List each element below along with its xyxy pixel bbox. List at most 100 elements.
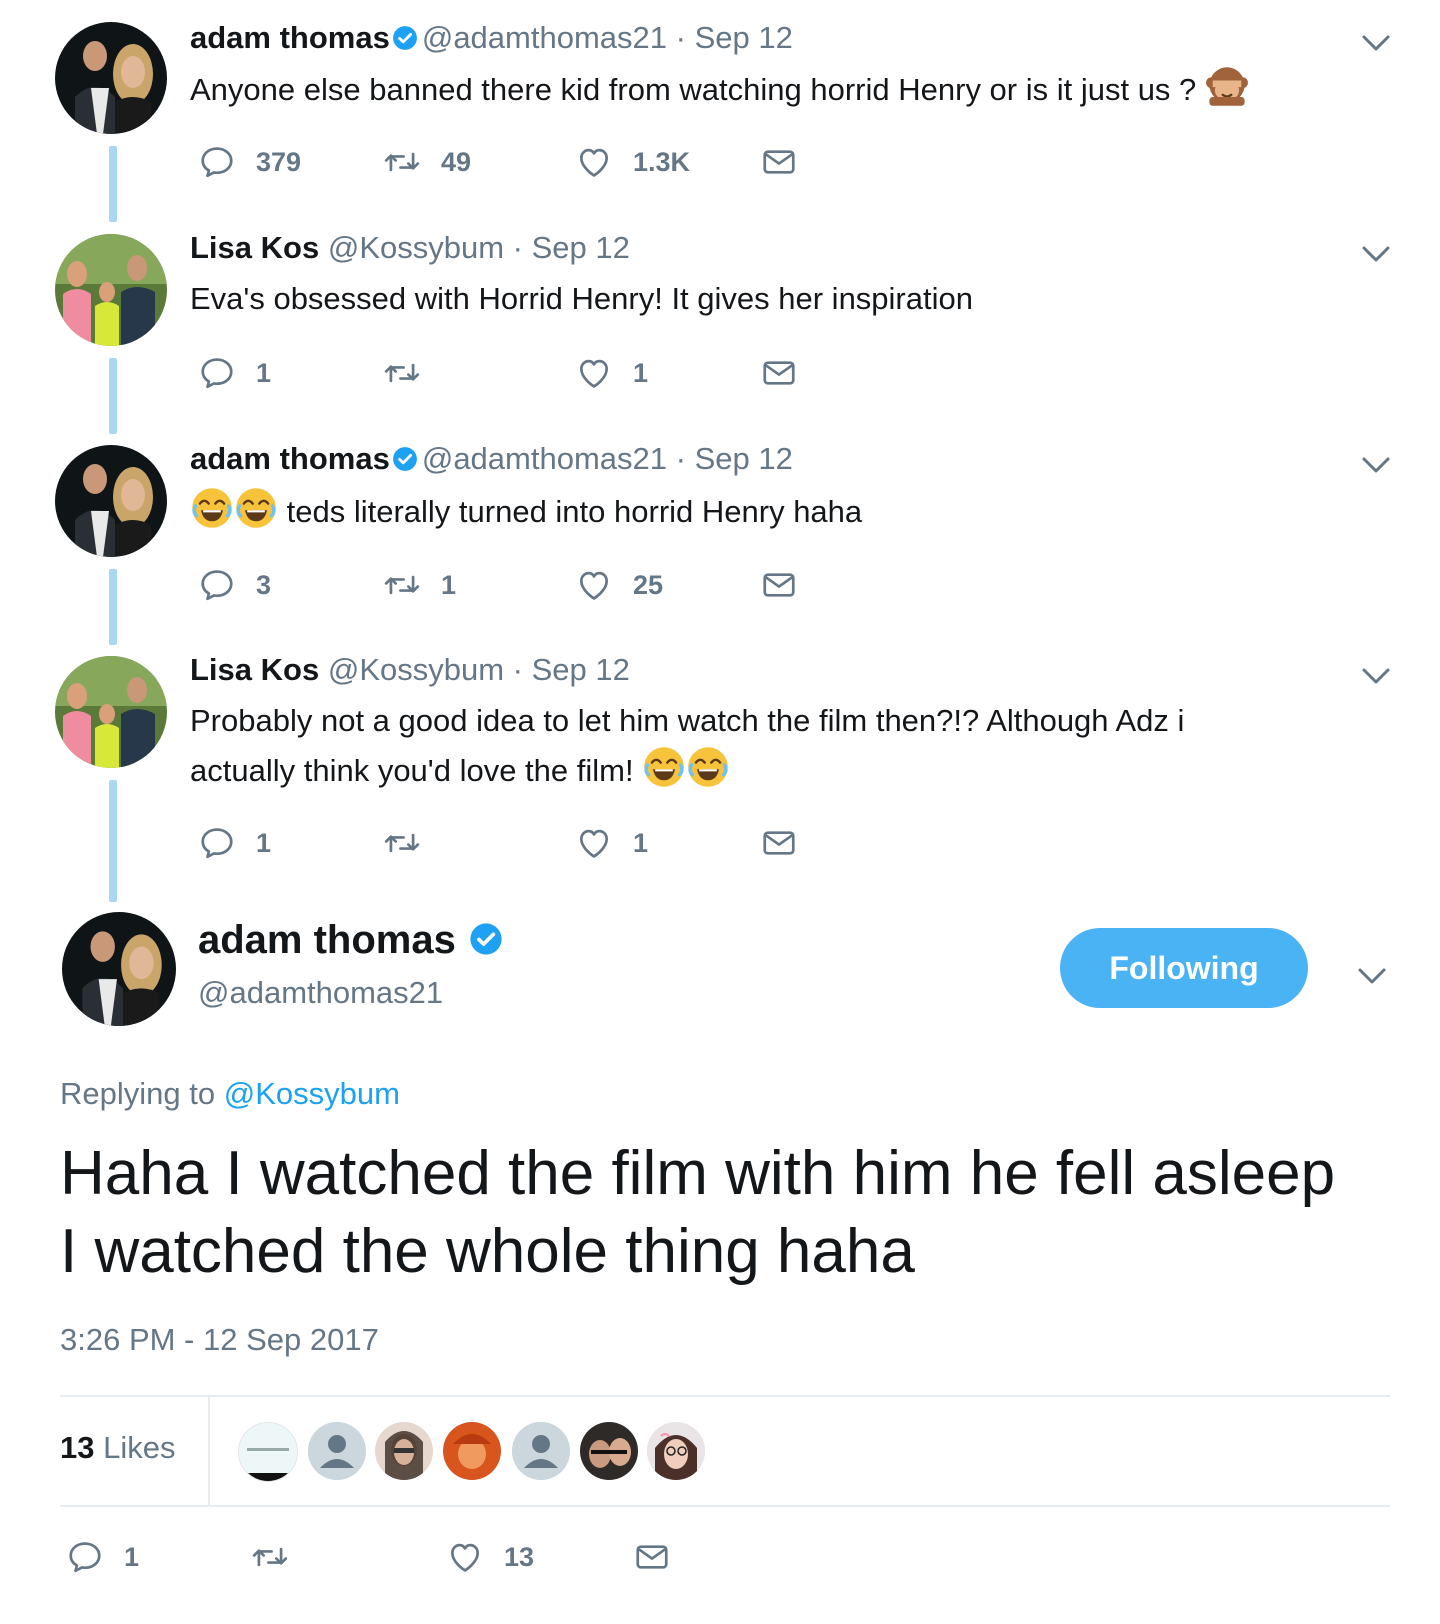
liker-avatar[interactable] <box>580 1422 638 1480</box>
separator-dot: · <box>504 230 532 265</box>
avatar[interactable] <box>55 656 167 768</box>
chevron-down-icon[interactable] <box>1360 33 1392 53</box>
reply-count: 1 <box>256 357 272 388</box>
main-tweet-text: Haha I watched the film with him he fell… <box>60 1139 1336 1286</box>
like-icon <box>575 354 613 392</box>
retweet-count: 1 <box>441 569 457 600</box>
reply-button[interactable]: 1 <box>66 1537 139 1577</box>
tweet-text: Anyone else banned there kid from watchi… <box>190 64 1330 114</box>
tears-of-joy-emoji <box>686 745 730 789</box>
tweet-date[interactable]: Sep 12 <box>695 20 793 55</box>
like-count: 1 <box>633 827 649 858</box>
replying-to-link[interactable]: @Kossybum <box>224 1076 400 1111</box>
verified-badge-icon <box>392 446 418 472</box>
separator-dot: · <box>667 20 695 55</box>
tweet-header: Lisa Kos @Kossybum · Sep 12 <box>190 230 630 266</box>
likes-stat[interactable]: 13 Likes <box>60 1430 175 1466</box>
thread-line <box>109 358 117 434</box>
tweet-timestamp[interactable]: 3:26 PM - 12 Sep 2017 <box>60 1322 379 1358</box>
tears-of-joy-emoji <box>190 486 234 530</box>
tweet-text-body: teds literally turned into horrid Henry … <box>286 494 863 529</box>
avatar[interactable] <box>55 445 167 557</box>
verified-badge-icon <box>392 25 418 51</box>
separator-dot: · <box>667 441 695 476</box>
direct-message-icon <box>760 354 798 392</box>
reply-icon <box>198 566 236 604</box>
retweet-icon <box>383 354 421 392</box>
avatar[interactable] <box>55 234 167 346</box>
liker-avatar[interactable] <box>375 1422 433 1480</box>
like-button[interactable]: 1.3K <box>575 142 690 182</box>
reply-count: 3 <box>256 569 272 600</box>
direct-message-button[interactable] <box>760 823 798 863</box>
like-icon <box>575 143 613 181</box>
like-button[interactable]: 1 <box>575 823 648 863</box>
avatar[interactable] <box>55 22 167 134</box>
tweet-text-line: actually think you'd love the film! <box>190 745 1330 795</box>
tears-of-joy-emoji <box>642 745 686 789</box>
author-handle[interactable]: @adamthomas21 <box>422 441 667 476</box>
replying-to: Replying to @Kossybum <box>60 1076 400 1112</box>
author-name[interactable]: Lisa Kos <box>190 652 319 687</box>
direct-message-button[interactable] <box>760 353 798 393</box>
direct-message-button[interactable] <box>760 142 798 182</box>
author-name-text[interactable]: adam thomas <box>198 918 456 962</box>
liker-avatar[interactable] <box>512 1422 570 1480</box>
retweet-button[interactable] <box>383 353 441 393</box>
author-name[interactable]: adam thomas <box>198 918 507 963</box>
liker-avatar[interactable] <box>308 1422 366 1480</box>
tweet-header: adam thomas @adamthomas21 · Sep 12 <box>190 20 793 56</box>
chevron-down-icon[interactable] <box>1356 966 1388 986</box>
chevron-down-icon[interactable] <box>1360 666 1392 686</box>
direct-message-icon <box>760 143 798 181</box>
like-count: 1 <box>633 357 649 388</box>
liker-avatar[interactable] <box>443 1422 501 1480</box>
author-handle[interactable]: @Kossybum <box>328 652 504 687</box>
liker-avatar[interactable] <box>238 1422 298 1482</box>
following-button[interactable]: Following <box>1060 928 1308 1008</box>
reply-button[interactable]: 379 <box>198 142 301 182</box>
like-button[interactable]: 25 <box>575 565 663 605</box>
direct-message-button[interactable] <box>633 1537 671 1577</box>
reply-button[interactable]: 3 <box>198 565 271 605</box>
like-count: 13 <box>504 1541 535 1572</box>
retweet-count: 49 <box>441 146 472 177</box>
tweet-text: Eva's obsessed with Horrid Henry! It giv… <box>190 275 1330 323</box>
retweet-button[interactable]: 1 <box>383 565 456 605</box>
author-name[interactable]: Lisa Kos <box>190 230 319 265</box>
reply-icon <box>198 143 236 181</box>
like-icon <box>575 566 613 604</box>
author-handle[interactable]: @adamthomas21 <box>422 20 667 55</box>
retweet-button[interactable] <box>383 823 441 863</box>
retweet-button[interactable] <box>251 1537 309 1577</box>
tweet-text-body: Anyone else banned there kid from watchi… <box>190 72 1197 107</box>
like-button[interactable]: 1 <box>575 353 648 393</box>
tweet-date[interactable]: Sep 12 <box>695 441 793 476</box>
retweet-button[interactable]: 49 <box>383 142 471 182</box>
like-button[interactable]: 13 <box>446 1537 534 1577</box>
liker-avatar[interactable] <box>647 1422 705 1480</box>
like-icon <box>575 824 613 862</box>
tweet-date[interactable]: Sep 12 <box>532 652 630 687</box>
verified-badge-icon <box>469 922 503 956</box>
avatar[interactable] <box>62 912 176 1026</box>
like-icon <box>446 1538 484 1576</box>
chevron-down-icon[interactable] <box>1360 455 1392 475</box>
author-handle[interactable]: @Kossybum <box>328 230 504 265</box>
tweet-date[interactable]: Sep 12 <box>532 230 630 265</box>
tweet-header: adam thomas @adamthomas21 · Sep 12 <box>190 441 793 477</box>
reply-button[interactable]: 1 <box>198 353 271 393</box>
direct-message-icon <box>760 566 798 604</box>
divider <box>60 1505 1390 1507</box>
replying-prefix: Replying to <box>60 1076 216 1111</box>
reply-count: 1 <box>256 827 272 858</box>
stat-divider <box>208 1396 210 1506</box>
author-handle[interactable]: @adamthomas21 <box>198 975 443 1011</box>
author-name[interactable]: adam thomas <box>190 20 390 55</box>
see-no-evil-monkey-emoji <box>1205 64 1249 108</box>
tweet-text-body: Eva's obsessed with Horrid Henry! It giv… <box>190 281 973 316</box>
reply-button[interactable]: 1 <box>198 823 271 863</box>
direct-message-button[interactable] <box>760 565 798 605</box>
author-name[interactable]: adam thomas <box>190 441 390 476</box>
chevron-down-icon[interactable] <box>1360 244 1392 264</box>
